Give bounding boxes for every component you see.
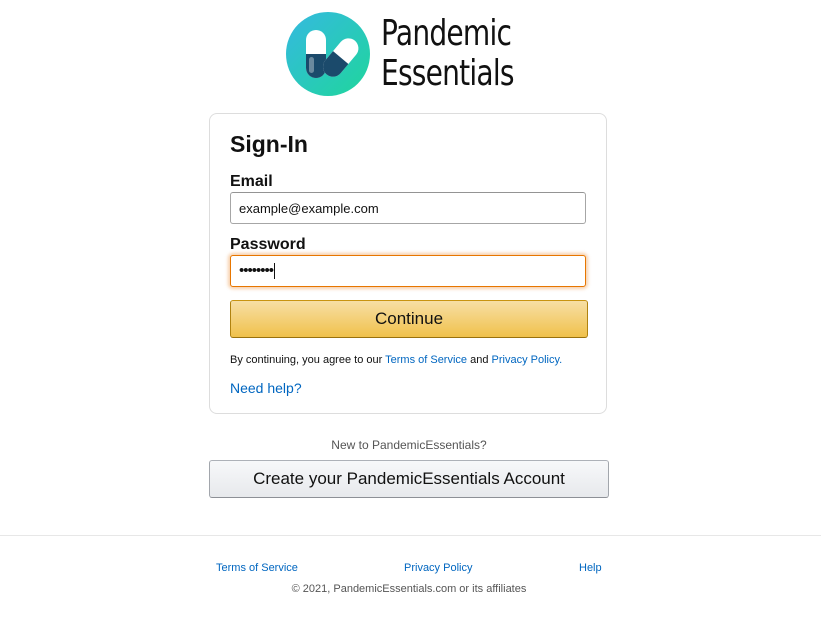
agree-prefix: By continuing, you agree to our <box>230 354 386 366</box>
brand-name-line2: Essentials <box>381 53 515 94</box>
footer-divider <box>0 535 821 536</box>
agree-and: and <box>467 354 492 366</box>
agree-suffix: . <box>559 354 563 366</box>
continue-button[interactable]: Continue <box>230 300 588 338</box>
email-field[interactable] <box>230 192 586 224</box>
signin-card: Sign-In Email Password •••••••• Continue… <box>209 113 607 414</box>
privacy-policy-link[interactable]: Privacy Policy <box>492 354 560 366</box>
password-value: •••••••• <box>239 262 274 279</box>
pill-capsule-icon <box>286 12 370 96</box>
text-caret <box>274 263 276 280</box>
create-account-button[interactable]: Create your PandemicEssentials Account <box>209 460 609 498</box>
need-help-link[interactable]: Need help? <box>230 379 302 397</box>
page-title: Sign-In <box>230 131 308 157</box>
password-label: Password <box>230 236 306 253</box>
signin-page: Pandemic Essentials Sign-In Email Passwo… <box>0 0 821 644</box>
email-label: Email <box>230 173 273 190</box>
new-customer-prompt: New to PandemicEssentials? <box>331 438 487 452</box>
brand-logo[interactable]: Pandemic Essentials <box>286 10 526 98</box>
footer-help-link[interactable]: Help <box>579 561 602 575</box>
password-field[interactable]: •••••••• <box>230 255 586 287</box>
brand-wordmark: Pandemic Essentials <box>381 13 515 94</box>
terms-of-service-link[interactable]: Terms of Service <box>385 354 467 366</box>
footer-terms-link[interactable]: Terms of Service <box>216 561 298 575</box>
copyright-text: © 2021, PandemicEssentials.com or its af… <box>291 583 527 595</box>
terms-agreement-text: By continuing, you agree to our Terms of… <box>230 353 562 367</box>
footer-privacy-link[interactable]: Privacy Policy <box>404 561 472 575</box>
brand-name-line1: Pandemic <box>381 13 512 54</box>
